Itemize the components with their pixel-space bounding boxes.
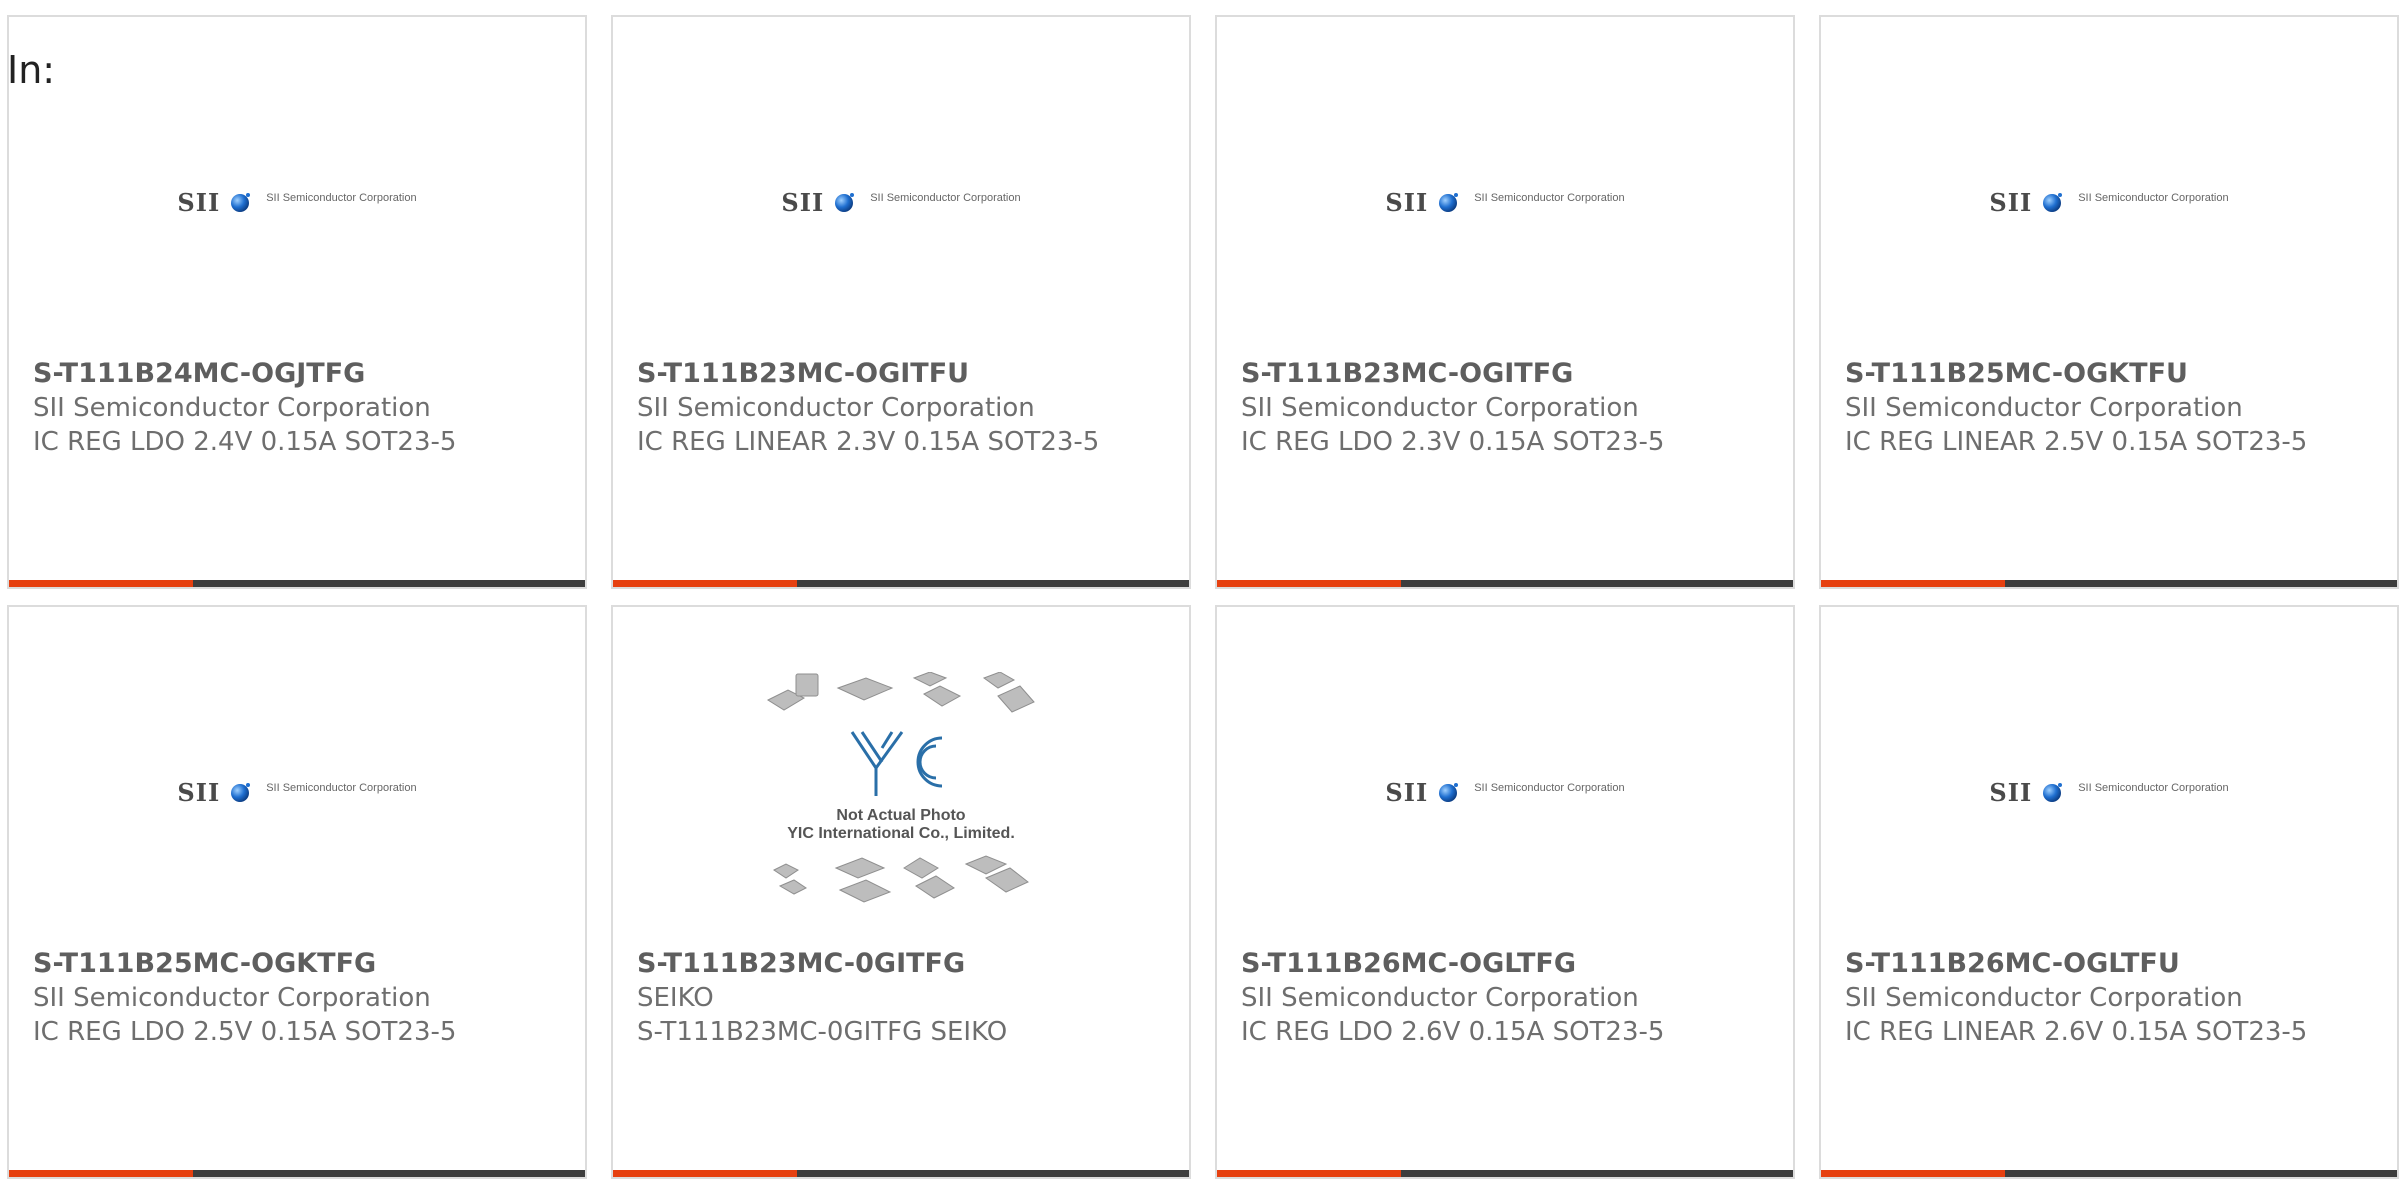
sii-logo-company: SII Semiconductor Corporation (2078, 192, 2229, 204)
manufacturer: SII Semiconductor Corporation (1241, 983, 1639, 1013)
product-card[interactable]: SII SII Semiconductor Corporation S-T111… (611, 15, 1191, 589)
sii-logo-mark: SII (781, 187, 825, 217)
sii-logo-mark: SII (1989, 777, 2033, 807)
sii-logo: SII SII Semiconductor Corporation (1385, 188, 1624, 217)
description: IC REG LINEAR 2.5V 0.15A SOT23-5 (1845, 427, 2308, 457)
sii-logo-mark: SII (177, 187, 221, 217)
product-info: S-T111B24MC-OGJTFG SII Semiconductor Corp… (33, 357, 565, 459)
product-grid: SII SII Semiconductor Corporation S-T111… (7, 15, 2399, 1179)
manufacturer: SII Semiconductor Corporation (1845, 983, 2243, 1013)
product-image[interactable]: Not Actual Photo YIC International Co., … (613, 652, 1189, 932)
sii-logo-company: SII Semiconductor Corporation (266, 782, 417, 794)
card-bottom-bar (613, 580, 1189, 587)
card-accent-bar (9, 1170, 193, 1177)
description: IC REG LDO 2.4V 0.15A SOT23-5 (33, 427, 457, 457)
card-bottom-bar (1217, 1170, 1793, 1177)
card-bottom-bar (1217, 580, 1793, 587)
globe-icon (2043, 783, 2063, 802)
card-accent-bar (613, 1170, 797, 1177)
manufacturer: SII Semiconductor Corporation (33, 393, 431, 423)
product-card[interactable]: SII SII Semiconductor Corporation S-T111… (7, 15, 587, 589)
product-card[interactable]: SII SII Semiconductor Corporation S-T111… (1215, 605, 1795, 1179)
product-card[interactable]: SII SII Semiconductor Corporation S-T111… (7, 605, 587, 1179)
card-accent-bar (9, 580, 193, 587)
card-accent-bar (1821, 580, 2005, 587)
product-image[interactable]: SII SII Semiconductor Corporation (1217, 62, 1793, 342)
product-card[interactable]: SII SII Semiconductor Corporation S-T111… (1215, 15, 1795, 589)
product-info: S-T111B25MC-OGKTFG SII Semiconductor Corp… (33, 947, 565, 1049)
product-image[interactable]: SII SII Semiconductor Corporation (1821, 62, 2397, 342)
card-bottom-bar (9, 580, 585, 587)
manufacturer: SII Semiconductor Corporation (1241, 393, 1639, 423)
filter-label: In: (7, 48, 56, 92)
description: IC REG LDO 2.3V 0.15A SOT23-5 (1241, 427, 1665, 457)
product-image[interactable]: SII SII Semiconductor Corporation (9, 652, 585, 932)
product-image[interactable]: SII SII Semiconductor Corporation (1217, 652, 1793, 932)
placeholder-line-2: YIC International Co., Limited. (787, 825, 1015, 842)
sii-logo-company: SII Semiconductor Corporation (1474, 782, 1625, 794)
sii-logo-mark: SII (1385, 187, 1429, 217)
globe-icon (1439, 783, 1459, 802)
manufacturer: SII Semiconductor Corporation (1845, 393, 2243, 423)
sii-logo-company: SII Semiconductor Corporation (2078, 782, 2229, 794)
card-accent-bar (1217, 580, 1401, 587)
sii-logo: SII SII Semiconductor Corporation (1989, 188, 2228, 217)
description: IC REG LINEAR 2.3V 0.15A SOT23-5 (637, 427, 1100, 457)
sii-logo: SII SII Semiconductor Corporation (781, 188, 1020, 217)
product-info: S-T111B26MC-OGLTFU SII Semiconductor Corp… (1845, 947, 2377, 1049)
part-number-link[interactable]: S-T111B26MC-OGLTFG (1241, 947, 1773, 981)
sii-logo: SII SII Semiconductor Corporation (1385, 778, 1624, 807)
part-number-link[interactable]: S-T111B24MC-OGJTFG (33, 357, 565, 391)
part-number-link[interactable]: S-T111B23MC-OGITFU (637, 357, 1169, 391)
globe-icon (835, 193, 855, 212)
part-number-link[interactable]: S-T111B25MC-OGKTFU (1845, 357, 2377, 391)
product-info: S-T111B23MC-0GITFG SEIKO S-T111B23MC-0GITF… (637, 947, 1169, 1049)
product-info: S-T111B23MC-OGITFG SII Semiconductor Corp… (1241, 357, 1773, 459)
sii-logo-company: SII Semiconductor Corporation (870, 192, 1021, 204)
product-card[interactable]: SII SII Semiconductor Corporation S-T111… (1819, 605, 2399, 1179)
manufacturer: SII Semiconductor Corporation (637, 393, 1035, 423)
product-image[interactable]: SII SII Semiconductor Corporation (9, 62, 585, 342)
product-card[interactable]: SII SII Semiconductor Corporation S-T111… (1819, 15, 2399, 589)
sii-logo-company: SII Semiconductor Corporation (1474, 192, 1625, 204)
part-number-link[interactable]: S-T111B25MC-OGKTFG (33, 947, 565, 981)
product-card[interactable]: Not Actual Photo YIC International Co., … (611, 605, 1191, 1179)
description: IC REG LINEAR 2.6V 0.15A SOT23-5 (1845, 1017, 2308, 1047)
manufacturer: SII Semiconductor Corporation (33, 983, 431, 1013)
card-bottom-bar (9, 1170, 585, 1177)
product-image[interactable]: SII SII Semiconductor Corporation (1821, 652, 2397, 932)
card-bottom-bar (613, 1170, 1189, 1177)
sii-logo-mark: SII (177, 777, 221, 807)
globe-icon (2043, 193, 2063, 212)
card-bottom-bar (1821, 1170, 2397, 1177)
sii-logo-mark: SII (1385, 777, 1429, 807)
part-number-link[interactable]: S-T111B23MC-0GITFG (637, 947, 1169, 981)
part-number-link[interactable]: S-T111B26MC-OGLTFU (1845, 947, 2377, 981)
card-accent-bar (1821, 1170, 2005, 1177)
globe-icon (231, 783, 251, 802)
sii-logo: SII SII Semiconductor Corporation (177, 188, 416, 217)
description: IC REG LDO 2.5V 0.15A SOT23-5 (33, 1017, 457, 1047)
globe-icon (1439, 193, 1459, 212)
card-accent-bar (613, 580, 797, 587)
sii-logo-mark: SII (1989, 187, 2033, 217)
description: S-T111B23MC-0GITFG SEIKO (637, 1017, 1008, 1047)
card-bottom-bar (1821, 580, 2397, 587)
placeholder-line-1: Not Actual Photo (836, 807, 966, 824)
product-info: S-T111B26MC-OGLTFG SII Semiconductor Corp… (1241, 947, 1773, 1049)
product-image[interactable]: SII SII Semiconductor Corporation (613, 62, 1189, 342)
sii-logo-company: SII Semiconductor Corporation (266, 192, 417, 204)
product-info: S-T111B23MC-OGITFU SII Semiconductor Corp… (637, 357, 1169, 459)
part-number-link[interactable]: S-T111B23MC-OGITFG (1241, 357, 1773, 391)
description: IC REG LDO 2.6V 0.15A SOT23-5 (1241, 1017, 1665, 1047)
manufacturer: SEIKO (637, 983, 714, 1013)
chip-packages-icon (766, 671, 1035, 903)
product-info: S-T111B25MC-OGKTFU SII Semiconductor Corp… (1845, 357, 2377, 459)
globe-icon (231, 193, 251, 212)
card-accent-bar (1217, 1170, 1401, 1177)
placeholder-image: Not Actual Photo YIC International Co., … (766, 671, 1036, 912)
sii-logo: SII SII Semiconductor Corporation (1989, 778, 2228, 807)
sii-logo: SII SII Semiconductor Corporation (177, 778, 416, 807)
